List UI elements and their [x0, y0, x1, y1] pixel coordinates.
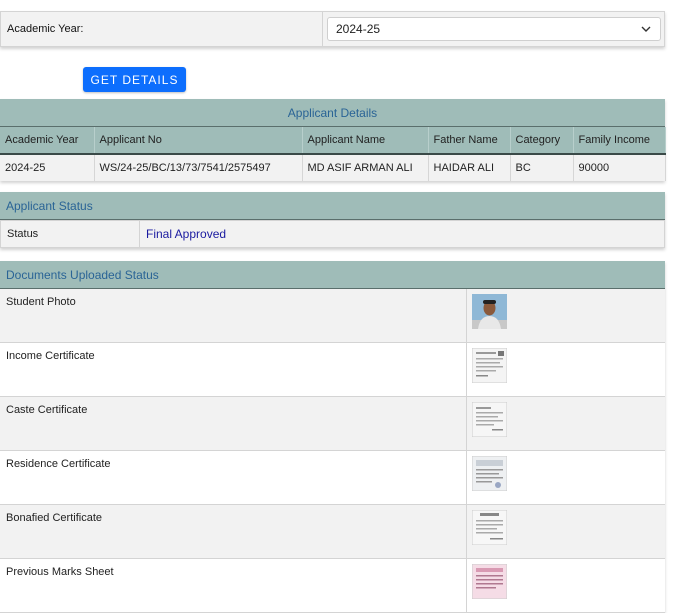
- col-applicant-no: Applicant No: [94, 127, 303, 155]
- status-label: Status: [1, 221, 140, 247]
- academic-year-row: Academic Year: 2024-25: [0, 11, 665, 47]
- doc-thumb-cell: [466, 450, 665, 505]
- doc-thumb-cell: [466, 558, 665, 613]
- doc-name-caste-certificate: Caste Certificate: [0, 396, 467, 451]
- caste-certificate-thumbnail[interactable]: [471, 402, 507, 437]
- table-row: Income Certificate: [0, 342, 665, 397]
- col-academic-year: Academic Year: [0, 127, 95, 155]
- cell-academic-year: 2024-25: [0, 154, 95, 181]
- col-applicant-name: Applicant Name: [302, 127, 429, 155]
- applicant-details-panel: Applicant Details Academic Year Applican…: [0, 99, 666, 181]
- cell-applicant-name: MD ASIF ARMAN ALI: [302, 154, 429, 181]
- academic-year-label: Academic Year:: [7, 23, 84, 35]
- academic-year-cell: 2024-25: [322, 12, 665, 46]
- doc-name-residence-certificate: Residence Certificate: [0, 450, 467, 505]
- table-header-row: Academic Year Applicant No Applicant Nam…: [0, 127, 666, 155]
- doc-name-bonafied-certificate: Bonafied Certificate: [0, 504, 467, 559]
- cell-applicant-no: WS/24-25/BC/13/73/7541/2575497: [94, 154, 303, 181]
- doc-thumb-cell: [466, 504, 665, 559]
- status-row: Status Final Approved: [0, 220, 665, 248]
- col-family-income: Family Income: [573, 127, 666, 155]
- academic-year-select[interactable]: 2024-25: [327, 17, 661, 41]
- documents-panel: Documents Uploaded Status Student Photo …: [0, 261, 665, 613]
- applicant-details-table: Academic Year Applicant No Applicant Nam…: [0, 127, 666, 181]
- income-certificate-thumbnail[interactable]: [471, 348, 507, 383]
- doc-name-student-photo: Student Photo: [0, 289, 467, 343]
- doc-name-income-certificate: Income Certificate: [0, 342, 467, 397]
- doc-thumb-cell: [466, 342, 665, 397]
- applicant-status-panel: Applicant Status Status Final Approved: [0, 192, 665, 248]
- table-row: Previous Marks Sheet: [0, 558, 665, 613]
- cell-father-name: HAIDAR ALI: [428, 154, 511, 181]
- col-father-name: Father Name: [428, 127, 511, 155]
- get-details-button[interactable]: GET DETAILS: [83, 67, 186, 92]
- table-row: Student Photo: [0, 289, 665, 343]
- documents-title: Documents Uploaded Status: [0, 261, 665, 289]
- doc-name-previous-marks-sheet: Previous Marks Sheet: [0, 558, 467, 613]
- table-row: Residence Certificate: [0, 450, 665, 505]
- cell-category: BC: [510, 154, 574, 181]
- chevron-down-icon: [641, 26, 651, 32]
- bonafied-certificate-thumbnail[interactable]: [471, 510, 507, 545]
- col-category: Category: [510, 127, 574, 155]
- residence-certificate-thumbnail[interactable]: [471, 456, 507, 491]
- table-row: Bonafied Certificate: [0, 504, 665, 559]
- applicant-status-title: Applicant Status: [0, 192, 665, 220]
- cell-family-income: 90000: [573, 154, 666, 181]
- student-photo-thumbnail[interactable]: [471, 294, 507, 329]
- previous-marks-sheet-thumbnail[interactable]: [471, 564, 507, 599]
- documents-table: Student Photo Income Certificate Caste C…: [0, 289, 665, 613]
- academic-year-value: 2024-25: [336, 22, 381, 36]
- doc-thumb-cell: [466, 396, 665, 451]
- status-value: Final Approved: [146, 227, 227, 241]
- doc-thumb-cell: [466, 289, 665, 343]
- applicant-details-title: Applicant Details: [0, 99, 665, 127]
- table-row: Caste Certificate: [0, 396, 665, 451]
- table-row: 2024-25 WS/24-25/BC/13/73/7541/2575497 M…: [0, 154, 666, 181]
